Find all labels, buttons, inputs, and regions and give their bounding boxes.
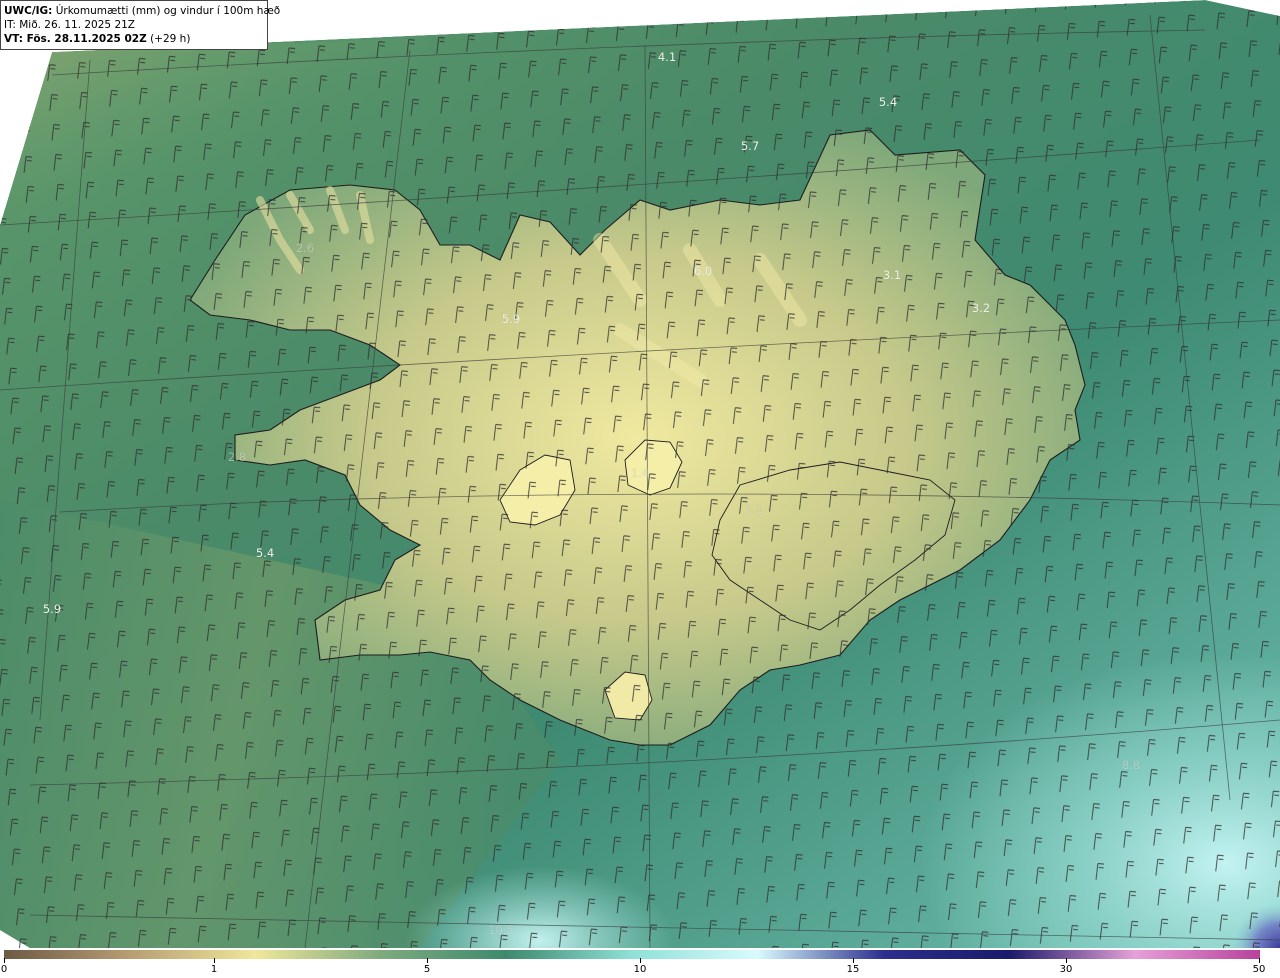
map-value-label: 4.1 [657,50,677,64]
colorbar-tick-label: 50 [1252,964,1266,975]
map-value-label: 5.9 [501,312,521,326]
colorbar-tick-label: 30 [1059,964,1073,975]
map-value-label: 5.4 [255,546,275,560]
valid-time: VT: Fös. 28.11.2025 02Z [4,33,147,45]
map-value-label: 5.7 [740,139,760,153]
product-code: UWC/IG: [4,5,53,17]
colorbar-tick-label: 0 [0,964,8,975]
colorbar-tick-label: 15 [846,964,860,975]
map-info-box: UWC/IG: Úrkomumætti (mm) og vindur í 100… [0,0,280,50]
colorbar-tick-label: 1 [210,964,218,975]
map-value-label: 6.0 [693,264,713,278]
colorbar-strip [4,950,1260,959]
map-value-label: 3.2 [971,301,991,315]
map-value-label: 2.8 [227,450,247,464]
map-value-label: 8.8 [1121,758,1141,772]
map-value-label: 5.4 [878,95,898,109]
initial-time: IT: Mið. 26. 11. 2025 21Z [4,19,135,31]
map-title: Úrkomumætti (mm) og vindur í 100m hæð [55,5,281,17]
map-value-label: 1.1 [744,502,764,516]
forecast-map: 4.1 5.4 5.7 2.6 6.0 3.1 3.2 5.9 2.8 1.4 … [0,0,1280,948]
map-value-label: 10.5 [488,923,514,937]
colorbar: 0 1 5 10 15 30 50 [0,948,1280,978]
map-value-label: 2.6 [295,241,315,255]
map-value-label: 5.9 [42,602,62,616]
map-value-label: 1.4 [630,466,650,480]
map-value-label: 3.1 [882,268,902,282]
forecast-hour: (+29 h) [150,33,191,45]
colorbar-tick-label: 5 [423,964,431,975]
colorbar-tick-label: 10 [633,964,647,975]
